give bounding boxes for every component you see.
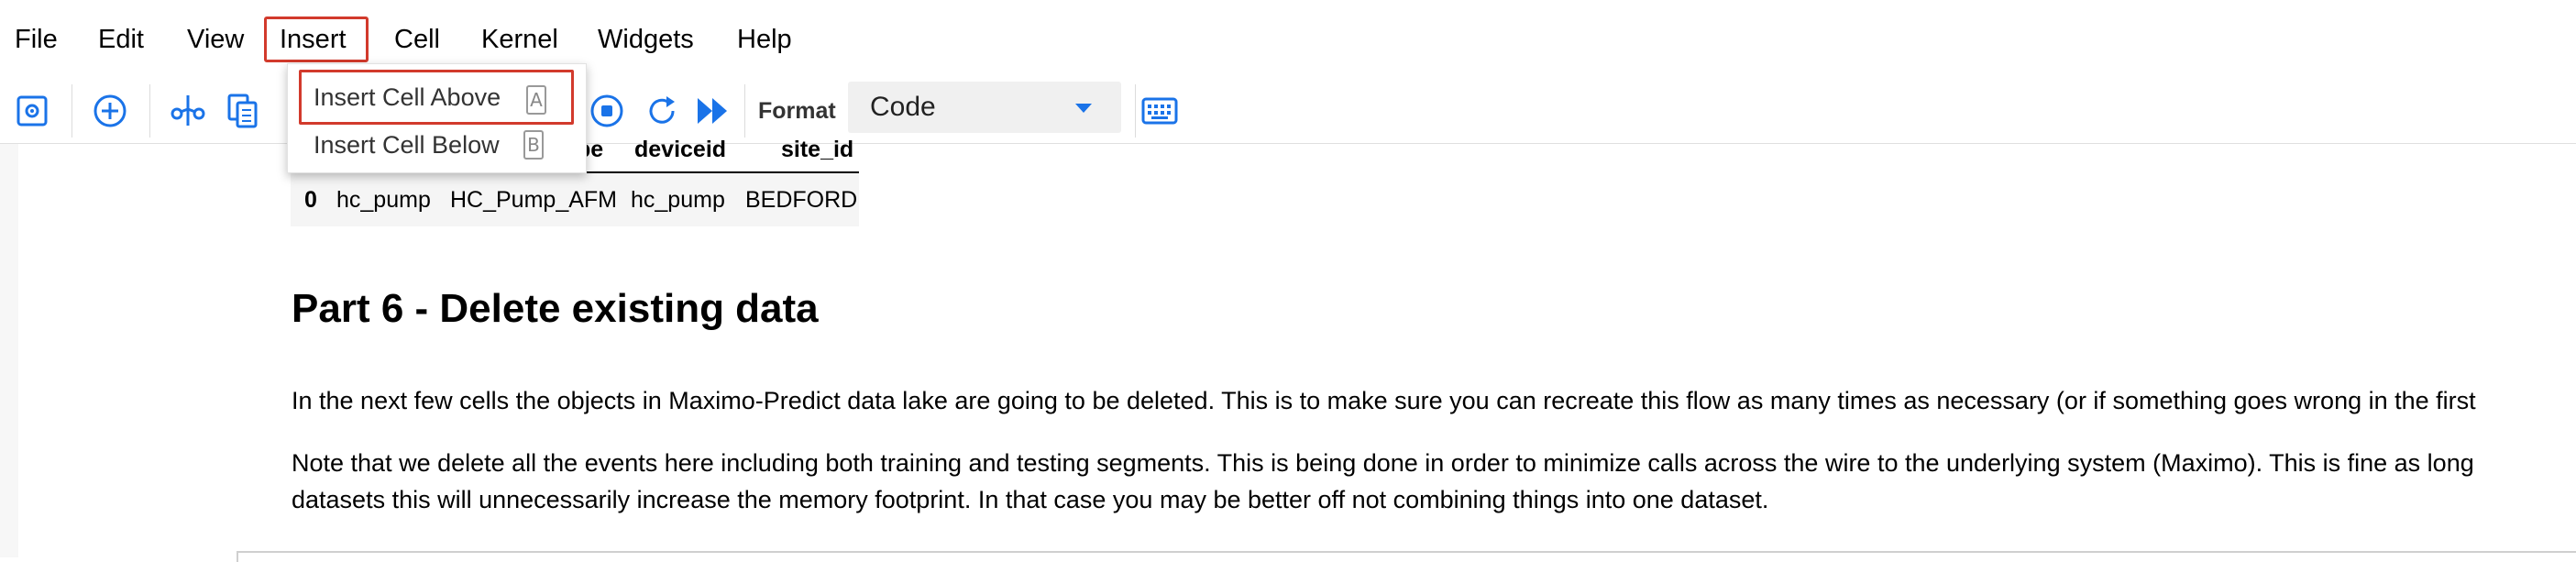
format-label: Format	[758, 98, 836, 124]
fast-forward-icon	[698, 98, 727, 124]
menu-kernel[interactable]: Kernel	[468, 17, 571, 62]
save-button[interactable]	[9, 88, 55, 134]
menu-cell[interactable]: Cell	[381, 17, 453, 62]
run-all-button[interactable]	[689, 88, 735, 134]
insert-cell-below-item[interactable]: Insert Cell Below B	[299, 117, 574, 172]
insert-menu-dropdown: Insert Cell Above A Insert Cell Below B	[287, 63, 587, 173]
menu-widgets[interactable]: Widgets	[585, 17, 707, 62]
restart-kernel-button[interactable]	[639, 88, 685, 134]
next-cell[interactable]	[237, 551, 2576, 562]
restart-icon	[649, 96, 675, 124]
menu-edit[interactable]: Edit	[85, 17, 157, 62]
shortcut-badge: A	[526, 85, 546, 115]
chevron-down-icon	[1075, 104, 1092, 113]
command-palette-button[interactable]	[1137, 88, 1183, 134]
copy-icon	[227, 94, 258, 128]
paragraph: datasets this will unnecessarily increas…	[292, 486, 1769, 513]
keyboard-icon	[1141, 97, 1178, 125]
insert-cell-above-item[interactable]: Insert Cell Above A	[299, 70, 574, 125]
copy-button[interactable]	[220, 88, 266, 134]
add-cell-button[interactable]	[87, 88, 133, 134]
interrupt-kernel-button[interactable]	[584, 88, 630, 134]
table-cell: HC_Pump_AFM	[450, 187, 617, 213]
table-cell: hc_pump	[336, 187, 431, 213]
table-row: 0 hc_pump HC_Pump_AFM hc_pump BEDFORD	[291, 173, 859, 226]
menu-view[interactable]: View	[174, 17, 257, 62]
menu-item-label: Insert Cell Above	[314, 83, 501, 111]
scissors-icon	[171, 95, 205, 126]
toolbar-divider	[744, 84, 745, 138]
stop-icon	[590, 94, 623, 127]
toolbar-divider	[1135, 84, 1136, 138]
cell-type-value: Code	[870, 92, 936, 122]
plus-circle-icon	[94, 94, 127, 127]
column-header: deviceid	[634, 137, 727, 162]
shortcut-badge: B	[523, 130, 544, 160]
section-heading: Part 6 - Delete existing data	[292, 286, 819, 331]
table-cell: BEDFORD	[745, 187, 858, 213]
menu-file[interactable]: File	[2, 17, 71, 62]
paragraph: In the next few cells the objects in Max…	[292, 387, 2476, 414]
menu-help[interactable]: Help	[724, 17, 805, 62]
table-cell: hc_pump	[631, 187, 725, 213]
cell-type-select[interactable]: Code	[848, 82, 1121, 133]
column-header: site_id	[781, 137, 854, 162]
row-index: 0	[304, 187, 317, 213]
menu-item-label: Insert Cell Below	[314, 130, 500, 159]
menu-insert[interactable]: Insert	[264, 17, 369, 62]
toolbar-divider	[149, 84, 150, 138]
save-icon	[17, 95, 48, 127]
cut-button[interactable]	[165, 88, 211, 134]
